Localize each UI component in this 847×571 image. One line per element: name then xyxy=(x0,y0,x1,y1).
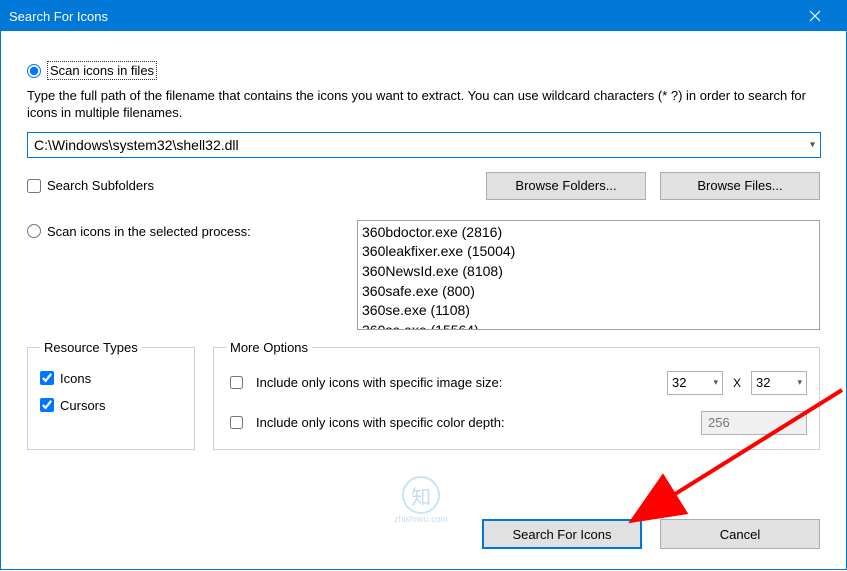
specific-size-checkbox[interactable] xyxy=(230,376,243,389)
specific-depth-checkbox[interactable] xyxy=(230,416,243,429)
dialog-content: Scan icons in files Type the full path o… xyxy=(1,31,846,569)
chevron-down-icon: ▾ xyxy=(713,377,718,388)
size-width-select[interactable]: 32 ▾ xyxy=(667,371,723,395)
search-subfolders-checkbox[interactable] xyxy=(27,179,41,193)
specific-size-label: Include only icons with specific image s… xyxy=(256,375,657,390)
process-item[interactable]: 360se.exe (15564) xyxy=(362,321,815,330)
resource-types-legend: Resource Types xyxy=(40,340,142,355)
resource-types-group: Resource Types Icons Cursors xyxy=(27,340,195,450)
process-item[interactable]: 360leakfixer.exe (15004) xyxy=(362,242,815,262)
icons-checkbox[interactable] xyxy=(40,371,54,385)
scan-process-radio-label[interactable]: Scan icons in the selected process: xyxy=(47,224,251,239)
search-for-icons-button[interactable]: Search For Icons xyxy=(482,519,642,549)
window-title: Search For Icons xyxy=(9,9,792,24)
scan-files-radio-label[interactable]: Scan icons in files xyxy=(47,61,157,80)
scan-files-radio-row: Scan icons in files xyxy=(27,61,820,80)
icons-label: Icons xyxy=(60,371,91,386)
chevron-down-icon: ▾ xyxy=(797,377,802,388)
browse-files-button[interactable]: Browse Files... xyxy=(660,172,820,200)
more-options-legend: More Options xyxy=(226,340,312,355)
process-item[interactable]: 360se.exe (1108) xyxy=(362,301,815,321)
path-combo[interactable]: ▾ xyxy=(27,132,821,158)
scan-files-description: Type the full path of the filename that … xyxy=(27,88,817,122)
path-input[interactable] xyxy=(27,132,821,158)
scan-process-radio[interactable] xyxy=(27,224,41,238)
size-height-select[interactable]: 32 ▾ xyxy=(751,371,807,395)
cancel-button[interactable]: Cancel xyxy=(660,519,820,549)
search-subfolders-label: Search Subfolders xyxy=(47,178,154,193)
specific-depth-label: Include only icons with specific color d… xyxy=(256,415,691,430)
color-depth-select[interactable]: 256 xyxy=(701,411,807,435)
cursors-checkbox[interactable] xyxy=(40,398,54,412)
more-options-group: More Options Include only icons with spe… xyxy=(213,340,820,450)
watermark: 知 zhishiwu.com xyxy=(391,476,451,546)
browse-folders-button[interactable]: Browse Folders... xyxy=(486,172,646,200)
dialog-window: Search For Icons Scan icons in files Typ… xyxy=(0,0,847,570)
process-item[interactable]: 360NewsId.exe (8108) xyxy=(362,262,815,282)
close-icon xyxy=(809,10,821,22)
scan-files-radio[interactable] xyxy=(27,64,41,78)
process-item[interactable]: 360bdoctor.exe (2816) xyxy=(362,223,815,243)
cursors-label: Cursors xyxy=(60,398,106,413)
close-button[interactable] xyxy=(792,1,838,31)
process-item[interactable]: 360safe.exe (800) xyxy=(362,282,815,302)
multiply-label: X xyxy=(733,376,741,390)
process-listbox[interactable]: 360bdoctor.exe (2816) 360leakfixer.exe (… xyxy=(357,220,820,330)
titlebar: Search For Icons xyxy=(1,1,846,31)
